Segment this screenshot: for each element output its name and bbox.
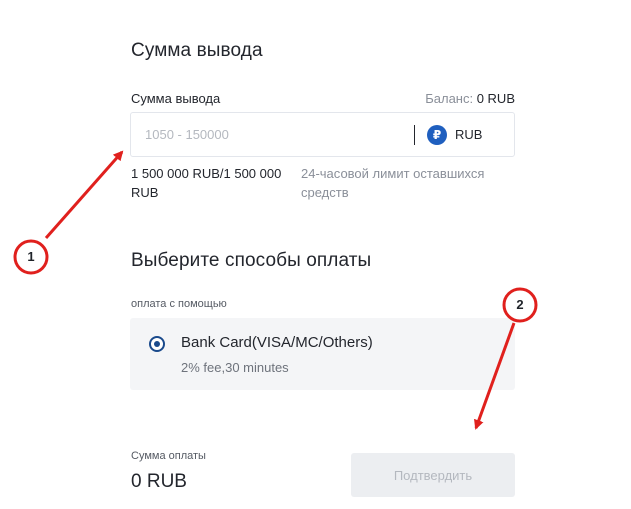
amount-input[interactable]: [145, 113, 405, 156]
currency-label: RUB: [455, 127, 483, 142]
limit-description: 24-часовой лимит оставшихся средств: [301, 166, 485, 200]
annotation-marker-2: 2: [516, 297, 524, 312]
total-value: 0 RUB: [131, 471, 187, 492]
annotation-marker-1: 1: [27, 249, 35, 264]
input-divider: [414, 125, 415, 145]
section-title-payment-methods: Выберите способы оплаты: [131, 250, 372, 271]
balance-label: Баланс:: [425, 91, 477, 106]
radio-selected-dot: [154, 341, 160, 347]
limit-value: 1 500 000 RUB/1 500 000 RUB: [131, 166, 282, 200]
amount-input-box[interactable]: ₽ RUB: [130, 112, 515, 157]
pay-with-label: оплата с помощью: [131, 298, 227, 310]
ruble-icon: ₽: [427, 125, 447, 145]
annotation-arrow-1: [44, 150, 124, 239]
method-radio[interactable]: [149, 336, 165, 352]
balance-value: 0 RUB: [476, 91, 515, 106]
total-label: Сумма оплаты: [131, 450, 206, 462]
confirm-button[interactable]: Подтвердить: [351, 453, 515, 497]
payment-method-card[interactable]: Bank Card(VISA/MC/Others) 2% fee,30 minu…: [130, 318, 515, 390]
amount-field-label: Сумма вывода: [131, 91, 221, 106]
section-title-withdraw: Сумма вывода: [131, 40, 263, 61]
method-fee: 2% fee,30 minutes: [181, 360, 289, 375]
balance-info: Баланс: 0 RUB: [425, 91, 515, 106]
method-name: Bank Card(VISA/MC/Others): [181, 334, 373, 351]
